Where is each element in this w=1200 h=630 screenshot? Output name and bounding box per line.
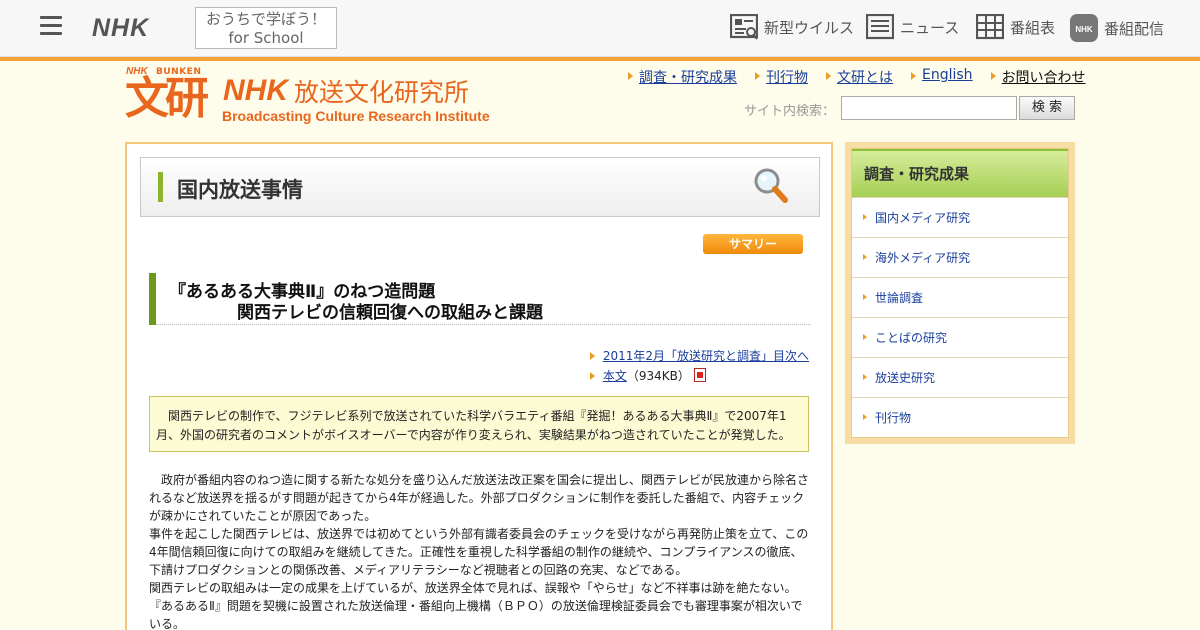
top-link-research[interactable]: 調査・研究成果 (628, 67, 737, 87)
institute-name-nhk: NHK (223, 74, 288, 107)
nhk-plus-icon: NHK (1070, 14, 1098, 42)
for-school-line1: おうちで学ぼう！ (205, 10, 326, 28)
pdf-icon[interactable] (693, 368, 706, 382)
program-guide-icon (976, 14, 1004, 40)
gnav-label-streaming: 番組配信 (1104, 19, 1165, 38)
article-abstract: 関西テレビの制作で、フジテレビ系列で放送されていた科学バラエティ番組『発掘！ある… (149, 396, 809, 452)
section-header-bar (158, 172, 163, 202)
article-title-line2: 関西テレビの信頼回復への取組みと課題 (237, 303, 543, 323)
body-pdf-link[interactable]: 本文 (603, 369, 627, 383)
body-paragraph: 政府が番組内容のねつ造に関する新たな処分を盛り込んだ放送法改正案を国会に提出し、… (149, 473, 810, 523)
main-content: 国内放送事情 サマリー 『あるある大事典Ⅱ』のねつ造問題 関西テレビの信頼回復へ… (125, 142, 833, 630)
body-link-row: 本文（934KB） (589, 366, 809, 386)
gnav-item-program-guide[interactable]: 番組表 (976, 14, 1055, 40)
gnav-item-news[interactable]: ニュース (866, 14, 959, 40)
menu-icon[interactable] (40, 16, 62, 36)
issue-toc-link[interactable]: 2011年2月「放送研究と調査」目次へ (603, 349, 809, 363)
sidebar-item-language[interactable]: ことばの研究 (852, 317, 1068, 357)
gnav-label-program-guide: 番組表 (1010, 18, 1056, 37)
top-link-english[interactable]: English (911, 67, 973, 87)
search-input[interactable] (841, 96, 1017, 120)
body-paragraph: 関西テレビの取組みは一定の成果を上げているが、放送界全体で見れば、誤報や「やらせ… (149, 581, 803, 630)
section-title: 国内放送事情 (177, 178, 303, 202)
institute-name: NHK 放送文化研究所 (223, 73, 469, 109)
body-paragraph: 事件を起こした関西テレビは、放送界では初めてという外部有識者委員会のチェックを受… (149, 527, 809, 577)
top-link-publications[interactable]: 刊行物 (755, 67, 808, 87)
search-label: サイト内検索： (744, 104, 836, 119)
institute-name-en: Broadcasting Culture Research Institute (222, 108, 490, 124)
svg-text:NHK: NHK (1075, 25, 1093, 34)
for-school-button[interactable]: おうちで学ぼう！ for School (195, 7, 337, 49)
gnav-item-virus[interactable]: 新型ウイルス (730, 14, 854, 40)
institute-name-jp: 放送文化研究所 (294, 78, 470, 107)
bunken-mark: NHK BUNKEN 文研 (125, 64, 215, 126)
top-links: 調査・研究成果 刊行物 文研とは English お問い合わせ (628, 67, 1086, 87)
sidebar-title: 調査・研究成果 (852, 149, 1068, 197)
gnav-item-streaming[interactable]: NHK 番組配信 (1070, 14, 1164, 42)
bunken-mark-kanji: 文研 (125, 73, 209, 124)
virus-news-icon (730, 14, 758, 40)
top-link-contact[interactable]: お問い合わせ (990, 67, 1086, 87)
sidebar: 調査・研究成果 国内メディア研究 海外メディア研究 世論調査 ことばの研究 放送… (845, 142, 1075, 444)
sidebar-item-broadcast-history[interactable]: 放送史研究 (852, 357, 1068, 397)
header-accent-line (0, 57, 1200, 61)
for-school-line2: for School (228, 29, 304, 47)
article-title: 『あるある大事典Ⅱ』のねつ造問題 関西テレビの信頼回復への取組みと課題 (149, 273, 811, 325)
sidebar-item-domestic-media[interactable]: 国内メディア研究 (852, 197, 1068, 237)
summary-badge: サマリー (703, 234, 803, 254)
gnav-label-virus: 新型ウイルス (764, 18, 855, 37)
section-header: 国内放送事情 (140, 157, 820, 217)
news-icon (866, 14, 894, 40)
global-header: NHK おうちで学ぼう！ for School 新型ウイルス ニュース 番組表 … (0, 0, 1200, 57)
sidebar-panel: 調査・研究成果 国内メディア研究 海外メディア研究 世論調査 ことばの研究 放送… (851, 148, 1069, 438)
reference-links: 2011年2月「放送研究と調査」目次へ 本文（934KB） (589, 346, 809, 386)
sidebar-item-publications[interactable]: 刊行物 (852, 397, 1068, 437)
sidebar-item-overseas-media[interactable]: 海外メディア研究 (852, 237, 1068, 277)
gnav-label-news: ニュース (900, 18, 960, 37)
issue-link-row: 2011年2月「放送研究と調査」目次へ (589, 346, 809, 366)
article-body: 政府が番組内容のねつ造に関する新たな処分を盛り込んだ放送法改正案を国会に提出し、… (149, 471, 811, 630)
search-button[interactable]: 検 索 (1019, 96, 1075, 120)
top-link-about[interactable]: 文研とは (826, 67, 893, 87)
sidebar-item-public-opinion[interactable]: 世論調査 (852, 277, 1068, 317)
body-pdf-size: （934KB） (626, 369, 690, 383)
nhk-logo[interactable]: NHK (92, 14, 149, 43)
article-title-bar (149, 273, 156, 325)
magnifier-icon (751, 166, 791, 210)
